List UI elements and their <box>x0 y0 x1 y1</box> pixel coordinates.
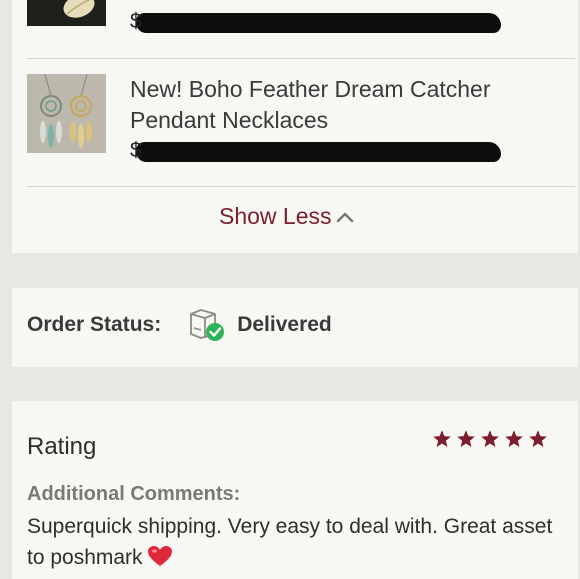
rating-title: Rating <box>27 433 97 460</box>
order-status-row: Order Status: Delivered <box>27 308 332 342</box>
heart-icon <box>147 545 173 576</box>
rating-card: Rating Additional Comments: Superquick s… <box>12 401 578 579</box>
package-delivered-icon <box>187 308 227 342</box>
star-icon <box>457 430 475 447</box>
comment-body: Superquick shipping. Very easy to deal w… <box>27 515 553 569</box>
divider <box>27 58 575 59</box>
leaf-pendant-icon <box>27 0 106 26</box>
item-thumbnail[interactable] <box>27 0 106 26</box>
additional-comments-label: Additional Comments: <box>27 483 241 505</box>
star-icon <box>481 430 499 447</box>
chevron-up-icon <box>336 212 353 222</box>
price-currency: $ <box>130 139 142 162</box>
item-price-redacted: $ <box>130 139 505 162</box>
star-icon <box>505 430 523 447</box>
order-status-card: Order Status: Delivered <box>12 288 578 367</box>
item-price-redacted: $ <box>130 10 505 33</box>
item-thumbnail[interactable] <box>27 74 106 153</box>
redaction-scribble <box>136 13 501 33</box>
order-items-card: $ New! Boho Feather Dream Catcher Pendan… <box>12 0 578 253</box>
order-status-value: Delivered <box>237 313 332 336</box>
show-less-button[interactable]: Show Less <box>219 203 354 230</box>
star-icon <box>529 430 547 447</box>
order-status-label: Order Status: <box>27 313 162 336</box>
item-title[interactable]: New! Boho Feather Dream Catcher Pendant … <box>130 74 560 136</box>
divider <box>27 186 575 187</box>
show-less-label: Show Less <box>219 203 332 229</box>
order-item[interactable]: $ <box>27 0 575 58</box>
star-icon <box>433 430 451 447</box>
dream-catcher-necklace-icon <box>27 74 106 153</box>
redaction-scribble <box>136 142 501 162</box>
order-item[interactable]: New! Boho Feather Dream Catcher Pendant … <box>27 74 575 186</box>
additional-comments-text: Superquick shipping. Very easy to deal w… <box>27 511 567 576</box>
star-rating <box>432 429 548 449</box>
price-currency: $ <box>130 10 142 33</box>
